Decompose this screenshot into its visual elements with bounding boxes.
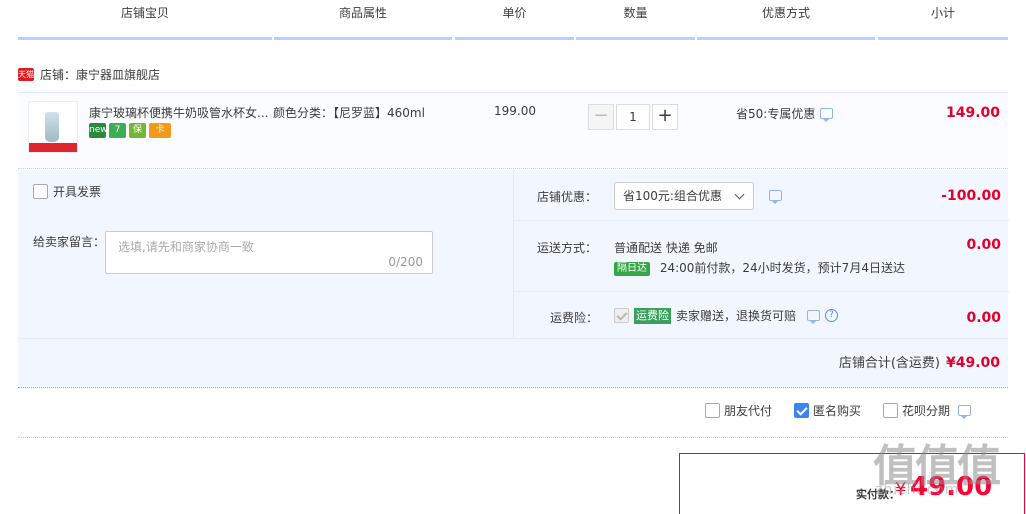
product-thumbnail[interactable]: [28, 101, 78, 153]
shop-discount-amount: -100.00: [941, 188, 1001, 204]
service-badges: new 7 保 卡: [89, 123, 171, 138]
shop-total: 店铺合计(含运费) ¥49.00: [839, 352, 1000, 371]
seller-message-input[interactable]: 选填,请先和商家协商一致 0/200: [105, 231, 433, 274]
guarantee-icon[interactable]: 保: [129, 123, 146, 138]
insurance-text: 卖家赠送，退换货可赔: [676, 309, 797, 323]
seven-day-return-icon[interactable]: 7: [109, 123, 126, 138]
product-attribute: 颜色分类：【尼罗蓝】460ml: [273, 106, 425, 120]
next-day-badge: 隔日达: [614, 261, 650, 276]
col-header-attr: 商品属性: [274, 0, 452, 40]
insurance-amount: 0.00: [966, 310, 1001, 326]
quantity-stepper: − 1 +: [588, 104, 678, 130]
message-char-count: 0/200: [388, 255, 423, 269]
huabei-checkbox[interactable]: [883, 403, 899, 418]
card-icon[interactable]: 卡: [149, 123, 171, 138]
col-header-qty: 数量: [576, 0, 695, 40]
quantity-input[interactable]: 1: [616, 104, 650, 130]
shipping-label: 运送方式：: [537, 241, 598, 255]
col-header-promo: 优惠方式: [697, 0, 875, 40]
invoice-option[interactable]: 开具发票: [33, 183, 101, 200]
options-left-pane: 开具发票 给卖家留言： 选填,请先和商家协商一致 0/200: [18, 170, 513, 338]
friend-pay-checkbox[interactable]: [705, 403, 720, 418]
new-icon[interactable]: new: [89, 123, 108, 138]
item-subtotal: 149.00: [945, 105, 1000, 121]
friend-pay-option[interactable]: 朋友代付: [705, 402, 772, 419]
shipping-row: 运送方式： 普通配送 快递 免邮 隔日达 24:00前付款，24小时发货，预计7…: [514, 221, 1009, 292]
shop-total-value: ¥49.00: [945, 355, 1000, 371]
tmall-logo-icon: 天猫: [18, 67, 34, 81]
promo-info: 省50:专属优惠: [736, 105, 834, 122]
anonymous-checkbox[interactable]: [794, 403, 810, 418]
cart-item-row: 康宁玻璃杯便携牛奶吸管水杯女... new 7 保 卡 颜色分类：【尼罗蓝】46…: [18, 92, 1008, 169]
section-divider: [18, 437, 1008, 438]
insurance-checkbox[interactable]: [614, 308, 629, 323]
insurance-label: 运费险：: [550, 311, 599, 325]
help-icon[interactable]: ?: [825, 309, 839, 322]
friend-pay-label: 朋友代付: [724, 404, 773, 418]
huabei-option[interactable]: 花呗分期: [883, 402, 972, 419]
anonymous-option[interactable]: 匿名购买: [794, 402, 861, 419]
watermark-url: zhizhi.com: [875, 482, 960, 498]
product-title[interactable]: 康宁玻璃杯便携牛奶吸管水杯女...: [89, 104, 269, 121]
chat-icon[interactable]: [769, 190, 782, 204]
shop-discount-label: 店铺优惠：: [537, 190, 598, 204]
promo-text: 省50:专属优惠: [736, 107, 816, 121]
thumbnail-banner: [29, 143, 77, 152]
shop-discount-select[interactable]: 省100元:组合优惠: [614, 182, 754, 210]
increase-button[interactable]: +: [652, 104, 678, 130]
shipping-method: 普通配送 快递 免邮: [614, 241, 718, 255]
message-placeholder: 选填,请先和商家协商一致: [118, 240, 254, 254]
chat-icon[interactable]: [820, 108, 834, 122]
shipping-note: 24:00前付款，24小时发货，预计7月4日送达: [659, 261, 905, 275]
shop-line: 天猫 店铺：康宁器皿旗舰店: [18, 64, 160, 84]
insurance-row: 运费险： 运费险 卖家赠送，退换货可赔 ? 0.00: [514, 292, 1009, 338]
shop-total-label: 店铺合计(含运费): [838, 356, 940, 371]
col-header-price: 单价: [455, 0, 574, 40]
unit-price: 199.00: [494, 104, 536, 118]
payment-options: 朋友代付 匿名购买 花呗分期: [705, 402, 972, 419]
shop-discount-row: 店铺优惠： 省100元:组合优惠 -100.00: [514, 170, 1009, 221]
shipping-amount: 0.00: [966, 237, 1001, 253]
cup-image: [45, 112, 59, 142]
options-right-pane: 店铺优惠： 省100元:组合优惠 -100.00 运送方式： 普通配送 快递 免…: [513, 170, 1009, 338]
invoice-label: 开具发票: [53, 185, 102, 199]
chat-icon[interactable]: [807, 310, 821, 324]
col-header-item: 店铺宝贝: [18, 0, 272, 40]
insurance-badge: 运费险: [634, 307, 671, 324]
invoice-checkbox[interactable]: [33, 184, 48, 199]
huabei-label: 花呗分期: [902, 404, 951, 418]
anonymous-label: 匿名购买: [813, 404, 862, 418]
shipping-detail: 隔日达 24:00前付款，24小时发货，预计7月4日送达: [614, 259, 905, 276]
insurance-detail: 运费险 卖家赠送，退换货可赔 ?: [614, 307, 839, 324]
order-options: 开具发票 给卖家留言： 选填,请先和商家协商一致 0/200 店铺优惠： 省10…: [18, 170, 1009, 388]
chevron-down-icon: [734, 189, 745, 200]
shop-discount-value: 省100元:组合优惠: [623, 189, 722, 203]
options-divider: [18, 338, 1008, 339]
chat-icon[interactable]: [958, 405, 972, 419]
shop-name[interactable]: 店铺：康宁器皿旗舰店: [40, 66, 160, 83]
col-header-subtotal: 小计: [878, 0, 1008, 40]
message-label: 给卖家留言：: [33, 235, 106, 249]
decrease-button[interactable]: −: [588, 104, 614, 130]
table-header: 店铺宝贝 商品属性 单价 数量 优惠方式 小计: [18, 0, 1008, 42]
